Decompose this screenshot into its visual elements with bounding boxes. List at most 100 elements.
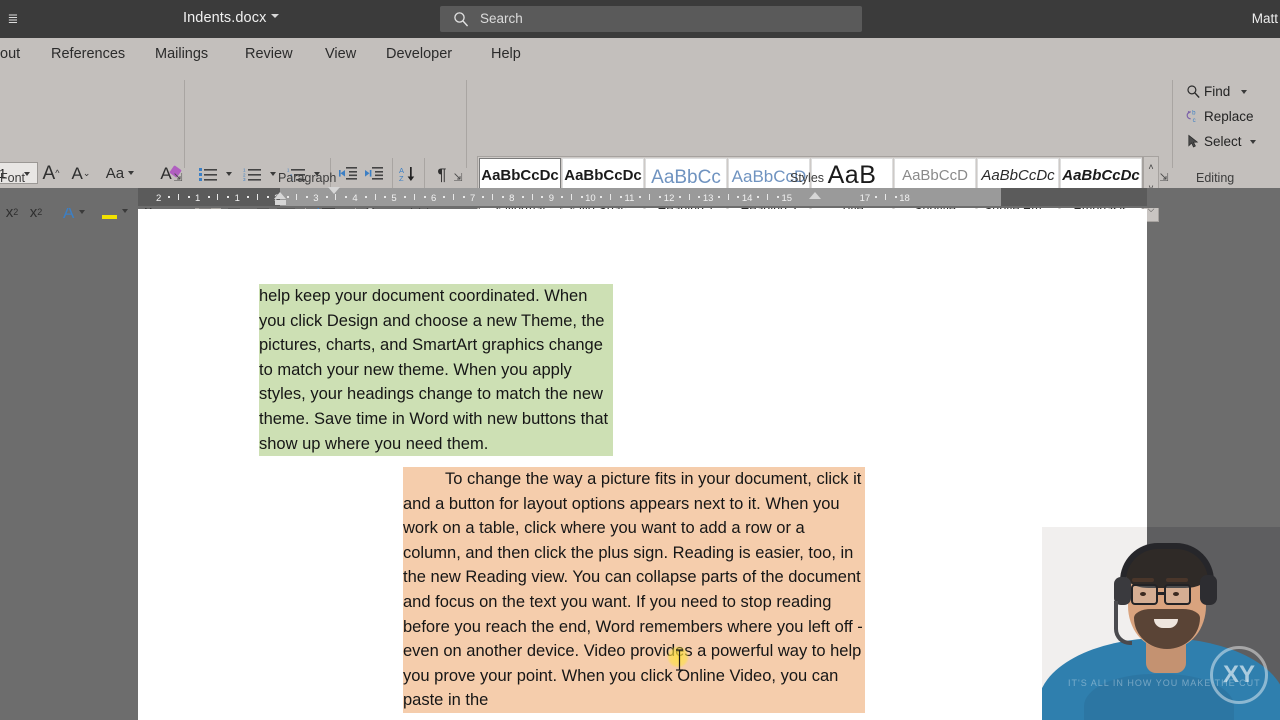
select-button[interactable]: Select (1186, 134, 1257, 149)
select-label: Select (1204, 134, 1242, 149)
chevron-down-icon[interactable] (122, 209, 129, 213)
style-preview: AaBbCcDc (564, 167, 642, 184)
group-label-editing: Editing (1196, 171, 1235, 185)
group-label-paragraph: Paragraph (278, 171, 337, 185)
bullets-icon[interactable] (196, 162, 220, 186)
ruler-tick-label: 7 (470, 193, 476, 204)
paragraph-peach[interactable]: To change the way a picture fits in your… (403, 467, 865, 713)
document-page[interactable]: help keep your document coordinated. Whe… (138, 209, 1147, 720)
grow-font-button[interactable]: A ^ (38, 160, 64, 186)
ruler-track[interactable]: 2 1 1 2 3 4 5 6 7 8 9 10 11 12 13 14 15 17 18 (138, 187, 1147, 206)
tab-layout-clipped[interactable]: out (0, 46, 20, 62)
svg-text:c: c (1193, 117, 1196, 124)
ruler-tick-mark (678, 196, 681, 198)
divider (184, 80, 185, 168)
increase-indent-icon[interactable] (362, 162, 386, 186)
tab-help[interactable]: Help (491, 46, 521, 62)
decrease-indent-icon[interactable] (336, 162, 360, 186)
ruler-tick-mark (403, 196, 406, 198)
ruler-tick-mark (168, 196, 171, 198)
divider (1172, 80, 1173, 168)
ruler-tick-label: 8 (509, 193, 515, 204)
ruler-tick-mark (257, 194, 259, 200)
ruler-tick-mark (384, 196, 387, 198)
chevron-down-icon[interactable] (271, 14, 279, 18)
ruler-tick-label: 1 (195, 193, 201, 204)
ruler-tick-mark (649, 194, 651, 200)
replace-label: Replace (1204, 109, 1254, 124)
ruler-tick-mark (227, 196, 230, 198)
svg-text:3: 3 (243, 177, 246, 181)
font-dialog-launcher[interactable]: ⇲ (172, 172, 184, 184)
account-name[interactable]: Matt (1252, 11, 1278, 26)
svg-text:b: b (1192, 110, 1196, 117)
tab-review[interactable]: Review (245, 46, 293, 62)
ruler-tick-label: 4 (352, 193, 358, 204)
ruler-tick-label: 13 (702, 193, 714, 204)
ruler-tick-mark (286, 196, 289, 198)
sort-az-icon[interactable]: A Z (396, 162, 420, 186)
ruler-tick-mark (766, 194, 768, 200)
numbering-icon[interactable]: 1 2 3 (240, 162, 264, 186)
shrink-font-button[interactable]: A ⌄ (68, 160, 94, 186)
left-indent-marker[interactable] (274, 200, 286, 205)
cursor-icon (1188, 134, 1199, 148)
bullets-chevron-down-icon[interactable] (222, 167, 236, 181)
ruler-tick-mark (306, 196, 309, 198)
ruler-tick-mark (482, 196, 485, 198)
ruler-tick-mark (874, 196, 877, 198)
hanging-indent-marker[interactable] (274, 192, 287, 199)
document-title: Indents.docx (183, 10, 267, 26)
more-commands-icon[interactable]: ≣ (2, 9, 24, 29)
style-preview: AaBbCc (651, 167, 721, 188)
ruler-tick-label: 2 (155, 193, 162, 204)
webcam-overlay: IT'S ALL IN HOW YOU MAKE THE CUT XY (1042, 527, 1280, 720)
style-preview: AaBbCcD (902, 167, 968, 184)
divider (392, 158, 393, 190)
presenter-eye-right (1173, 592, 1179, 596)
paragraph-dialog-launcher[interactable]: ⇲ (452, 172, 464, 184)
change-case-button[interactable]: Aa (100, 160, 140, 186)
tab-view[interactable]: View (325, 46, 356, 62)
ruler-tick-label: 6 (430, 193, 437, 204)
search-input[interactable]: Search (440, 6, 862, 32)
replace-button[interactable]: b c Replace (1186, 109, 1254, 124)
tab-references[interactable]: References (51, 46, 125, 62)
ruler-tick-mark (345, 196, 348, 198)
ruler-tick-mark (717, 196, 720, 198)
right-indent-marker[interactable] (809, 192, 821, 199)
ruler-tick-mark (757, 196, 760, 198)
horizontal-ruler[interactable]: 2 1 1 2 3 4 5 6 7 8 9 10 11 12 13 14 15 17 18 (0, 187, 1280, 208)
show-formatting-marks-icon[interactable]: ¶ (430, 162, 454, 186)
group-label-font: Font (0, 171, 26, 185)
tab-mailings[interactable]: Mailings (155, 46, 208, 62)
presenter-eye-left (1140, 592, 1146, 596)
ruler-tick-mark (187, 196, 190, 198)
find-button[interactable]: Find (1186, 84, 1248, 99)
ruler-tick-mark (423, 196, 426, 198)
ruler-tick-label: 10 (585, 193, 596, 204)
chevron-down-icon[interactable] (128, 171, 135, 175)
styles-dialog-launcher[interactable]: ⇲ (1158, 172, 1170, 184)
paragraph-green[interactable]: help keep your document coordinated. Whe… (259, 284, 613, 457)
chevron-down-icon[interactable] (1250, 140, 1257, 144)
ruler-tick-mark (688, 194, 690, 200)
ruler-tick-mark (178, 194, 180, 200)
headset-earcup-right-icon (1200, 575, 1217, 605)
ruler-tick-mark (884, 194, 886, 200)
ruler-tick-label: 11 (624, 193, 635, 204)
ruler-tick-mark (570, 194, 572, 200)
search-placeholder: Search (480, 11, 523, 26)
ruler-tick-mark (639, 196, 642, 198)
ribbon-tab-strip: out References Mailings Review View Deve… (0, 38, 1280, 74)
ruler-tick-mark (492, 194, 494, 200)
ribbon: 1 A ^ A ⌄ Aa A x2 x2 A Font ⇲ 1 2 3 1 a … (0, 74, 1280, 226)
gallery-scroll-up-icon[interactable]: ˄ (1144, 157, 1158, 178)
ruler-tick-mark (531, 194, 533, 200)
ruler-tick-mark (247, 196, 250, 198)
tab-developer[interactable]: Developer (386, 46, 452, 62)
chevron-down-icon[interactable] (79, 210, 86, 214)
first-line-indent-marker[interactable] (328, 187, 341, 194)
chevron-down-icon[interactable] (1241, 90, 1248, 94)
ruler-tick-mark (443, 196, 446, 198)
